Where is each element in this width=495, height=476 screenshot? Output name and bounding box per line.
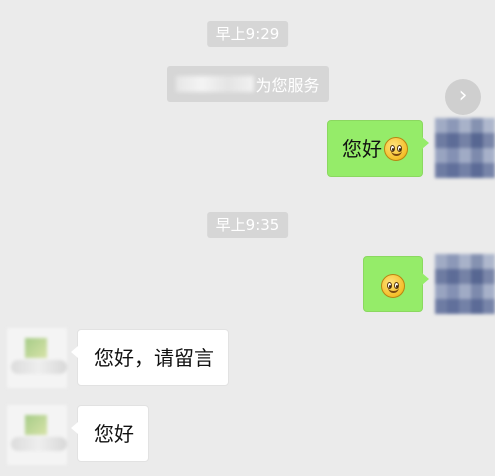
- timestamp: 早上9:29: [206, 21, 289, 47]
- message-bubble-incoming[interactable]: 您好: [71, 405, 149, 462]
- system-notice-text: 为您服务: [255, 76, 320, 95]
- avatar[interactable]: [435, 118, 495, 178]
- message-text: 您好，请留言: [94, 346, 214, 370]
- avatar[interactable]: [7, 328, 67, 388]
- timestamp: 早上9:35: [206, 212, 289, 238]
- message-bubble-incoming[interactable]: 您好，请留言: [71, 329, 229, 386]
- smiley-emoji-icon: [381, 273, 405, 298]
- message-text: 您好: [342, 137, 382, 161]
- system-notice: 为您服务: [166, 66, 329, 102]
- message-text: 您好: [94, 422, 134, 446]
- chat-window: 早上9:29 为您服务 › 您好 早上9:35 您好，请留言 您好: [0, 0, 495, 476]
- smiley-emoji-icon: [384, 137, 408, 161]
- chevron-right-icon[interactable]: ›: [445, 79, 481, 115]
- message-bubble-outgoing[interactable]: [363, 256, 429, 312]
- avatar[interactable]: [435, 254, 495, 314]
- message-bubble-outgoing[interactable]: 您好: [327, 120, 429, 177]
- redacted-name: [175, 76, 254, 92]
- avatar[interactable]: [7, 405, 67, 465]
